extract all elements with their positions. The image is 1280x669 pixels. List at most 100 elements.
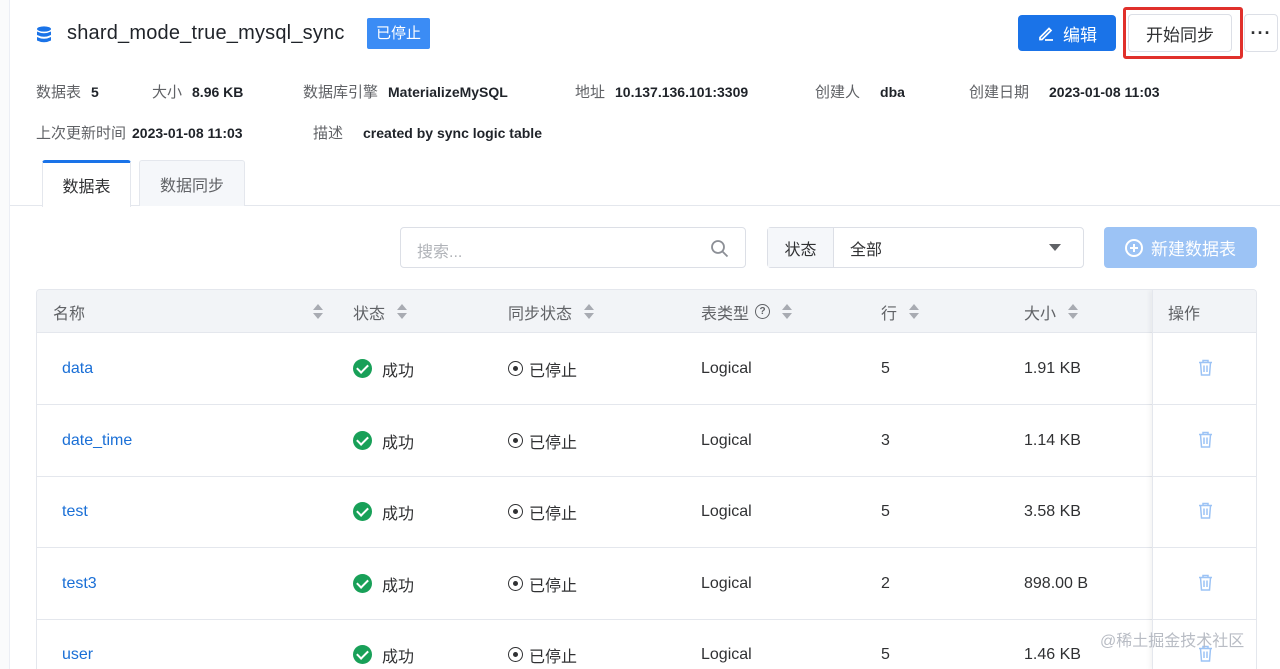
sync-status-cell: 已停止 [508,333,577,404]
size-cell: 3.58 KB [1024,502,1081,520]
status-cell: 成功 [353,405,414,476]
table-type-cell: Logical [701,574,752,592]
column-header-sync-status-label: 同步状态 [508,305,573,323]
meta-engine-value: MaterializeMySQL [388,84,508,100]
meta-size-value: 8.96 KB [192,84,244,100]
meta-created-value: 2023-01-08 11:03 [1049,84,1160,100]
stopped-icon [508,576,523,591]
meta-created: 创建日期 2023-01-08 11:03 [969,81,1160,102]
tab-tables[interactable]: 数据表 [42,160,131,207]
size-cell: 898.00 B [1024,574,1089,592]
column-header-size-label: 大小 [1024,305,1057,323]
sort-icon[interactable] [909,304,920,319]
column-header-status[interactable]: 状态 [353,290,408,333]
check-circle-icon [353,574,372,593]
table-row: user 成功 已停止 Logical 5 1.46 KB [37,619,1256,669]
column-header-size[interactable]: 大小 [1024,290,1079,333]
table-name-link[interactable]: test3 [62,548,97,619]
sync-status-cell: 已停止 [508,619,577,669]
meta-created-label: 创建日期 [969,84,1030,101]
status-filter-value: 全部 [850,241,883,259]
new-table-button-label: 新建数据表 [1151,240,1236,259]
actions-column [1152,290,1256,669]
help-icon[interactable]: ? [755,304,771,319]
sync-status-text: 已停止 [529,362,578,380]
rows-cell: 3 [881,431,890,449]
meta-updated: 上次更新时间 2023-01-08 11:03 [36,122,243,143]
sync-status-cell: 已停止 [508,405,577,476]
meta-address-value: 10.137.136.101:3309 [615,84,749,100]
tab-data-sync[interactable]: 数据同步 [139,160,245,206]
size-cell: 1.46 KB [1024,645,1081,663]
sort-icon[interactable] [782,304,793,319]
sync-status-text: 已停止 [529,577,578,595]
column-header-name-label: 名称 [53,305,86,323]
sort-icon[interactable] [1068,304,1079,319]
search-input[interactable]: 搜索... [400,227,746,268]
column-header-sync-status[interactable]: 同步状态 [508,290,595,333]
left-sidebar-edge [0,0,10,669]
trash-icon[interactable] [1198,574,1213,591]
sync-status-cell: 已停止 [508,476,577,547]
search-placeholder: 搜索... [417,244,463,261]
status-cell: 成功 [353,476,414,547]
meta-description-value: created by sync logic table [363,125,542,141]
status-text: 成功 [382,648,415,666]
status-text: 成功 [382,362,415,380]
edit-button-label: 编辑 [1063,25,1097,45]
column-header-status-label: 状态 [353,305,386,323]
plus-circle-icon [1125,238,1143,257]
sort-icon[interactable] [313,304,323,319]
meta-updated-value: 2023-01-08 11:03 [132,125,243,141]
stopped-icon [508,647,523,662]
meta-description-label: 描述 [313,125,344,142]
table-name-link[interactable]: data [62,333,93,404]
sort-icon[interactable] [584,304,595,319]
status-text: 成功 [382,577,415,595]
status-badge: 已停止 [367,18,431,49]
status-cell: 成功 [353,333,414,404]
database-icon [37,26,51,43]
tables-table: 名称 状态 同步状态 表类型 ? 行 大小 操作 data 成功 已停止 Log… [36,289,1257,669]
meta-engine: 数据库引擎 MaterializeMySQL [303,81,508,102]
meta-address-label: 地址 [575,84,606,101]
rows-cell: 5 [881,359,890,377]
table-row: test3 成功 已停止 Logical 2 898.00 B [37,548,1256,620]
sync-status-text: 已停止 [529,648,578,666]
check-circle-icon [353,359,372,378]
table-row: date_time 成功 已停止 Logical 3 1.14 KB [37,405,1256,477]
column-header-rows[interactable]: 行 [881,290,920,333]
stopped-icon [508,361,523,376]
meta-description: 描述 created by sync logic table [313,122,542,143]
table-name-link[interactable]: test [62,476,88,547]
new-table-button[interactable]: 新建数据表 [1104,227,1257,268]
status-filter-select[interactable]: 状态 全部 [767,227,1084,268]
stopped-icon [508,433,523,448]
sort-icon[interactable] [397,304,408,319]
trash-icon[interactable] [1198,502,1213,519]
more-button[interactable]: ··· [1244,14,1278,52]
table-name-link[interactable]: date_time [62,405,132,476]
meta-tables: 数据表 5 [36,81,99,102]
search-icon[interactable] [710,239,729,258]
sync-status-text: 已停止 [529,434,578,452]
status-filter-label: 状态 [768,228,834,267]
meta-creator-value: dba [880,84,905,100]
meta-creator-label: 创建人 [815,84,861,101]
table-name-link[interactable]: user [62,619,93,669]
rows-cell: 5 [881,645,890,663]
rows-cell: 5 [881,502,890,520]
page-title: shard_mode_true_mysql_sync [67,22,345,44]
column-header-table-type[interactable]: 表类型 ? [701,290,793,333]
check-circle-icon [353,645,372,664]
trash-icon[interactable] [1198,359,1213,376]
column-header-name[interactable]: 名称 [53,290,323,333]
pencil-icon [1039,27,1053,41]
edit-button[interactable]: 编辑 [1018,15,1116,51]
size-cell: 1.91 KB [1024,359,1081,377]
meta-tables-label: 数据表 [36,84,82,101]
column-header-rows-label: 行 [881,305,898,323]
start-sync-button[interactable]: 开始同步 [1128,14,1232,52]
trash-icon[interactable] [1198,431,1213,448]
stopped-icon [508,504,523,519]
